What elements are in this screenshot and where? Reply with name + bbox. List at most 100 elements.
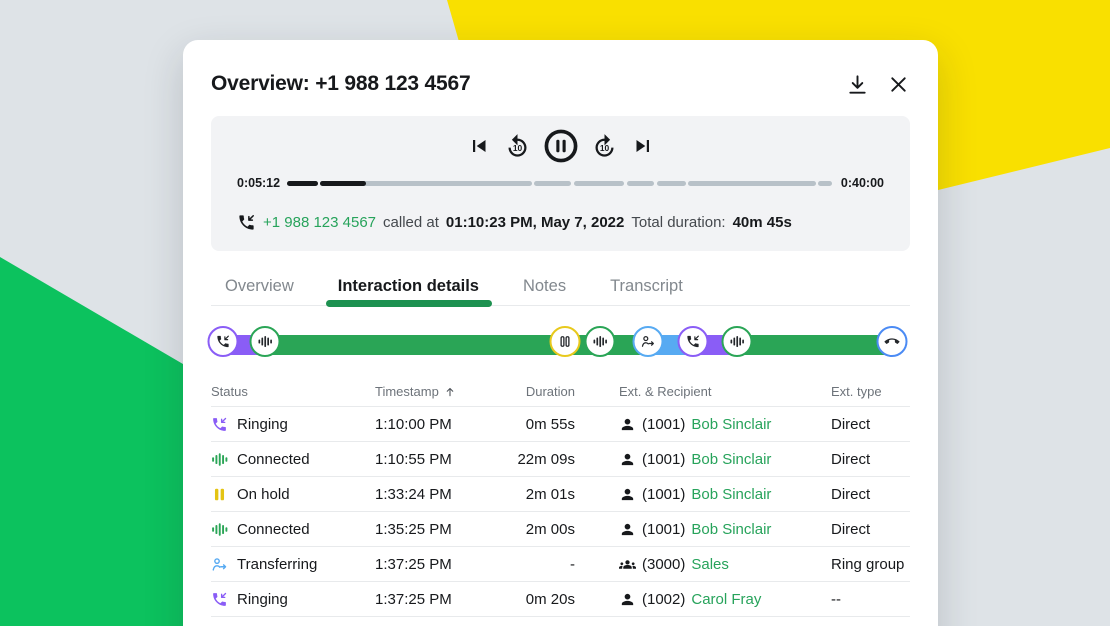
ext-type-cell: Direct (831, 486, 910, 503)
download-icon (846, 73, 869, 96)
tab-transcript[interactable]: Transcript (610, 277, 683, 296)
pause-icon (544, 129, 578, 163)
table-header: StatusTimestampDurationExt. & RecipientE… (211, 384, 910, 407)
recipient-cell: (1001) Bob Sinclair (619, 451, 831, 468)
timeline-event-ringing[interactable] (678, 326, 709, 357)
column-header-status: Status (211, 384, 375, 399)
waveform-icon (211, 451, 228, 468)
progress-segment (688, 181, 816, 186)
recipient-name[interactable]: Bob Sinclair (691, 416, 771, 433)
timeline-event-connected[interactable] (585, 326, 616, 357)
progress-segment (574, 181, 625, 186)
hold-outline-icon (558, 334, 573, 349)
progress-segment (534, 181, 571, 186)
skip-forward-icon (631, 134, 655, 158)
timeline-event-connected[interactable] (722, 326, 753, 357)
desktop-background: Overview: +1 988 123 4567 10 10 0:05:12 0… (0, 0, 1110, 626)
waveform-icon (730, 334, 745, 349)
total-time: 0:40:00 (837, 176, 884, 190)
recipient-name[interactable]: Carol Fray (691, 591, 761, 608)
incoming-call-icon (211, 591, 228, 608)
forward-10-button[interactable]: 10 (591, 133, 618, 160)
table-row: Ringing1:10:00 PM0m 55s(1001)Bob Sinclai… (211, 407, 910, 442)
recipient-cell: (1001)Bob Sinclair (619, 416, 831, 433)
incoming-call-icon (211, 416, 228, 433)
replay-10-button[interactable]: 10 (504, 133, 531, 160)
timestamp-cell: 1:10:55 PM (375, 451, 505, 468)
tab-bar: Overview Interaction details Notes Transcri… (211, 277, 910, 306)
sort-ascending-icon (444, 386, 456, 398)
tab-notes[interactable]: Notes (523, 277, 566, 296)
timestamp-cell: 1:37:25 PM (375, 591, 505, 608)
table-row: On hold1:33:24 PM2m 01s(1001)Bob Sinclai… (211, 477, 910, 512)
progress-bar[interactable] (287, 173, 832, 193)
total-duration-value: 40m 45s (733, 214, 792, 231)
recipient-name[interactable]: Bob Sinclair (691, 451, 771, 468)
player-controls: 10 10 (237, 128, 884, 164)
waveform-icon (258, 334, 273, 349)
column-header-duration: Duration (505, 384, 619, 399)
table-row: Transferring1:37:25 PM-(3000)SalesRing g… (211, 547, 910, 582)
duration-cell: 22m 09s (505, 451, 619, 468)
ext-type-cell: Direct (831, 451, 910, 468)
duration-cell: - (505, 556, 619, 573)
call-timeline (211, 326, 910, 363)
extension-number: (1001) (642, 451, 685, 468)
timeline-event-transferring[interactable] (633, 326, 664, 357)
duration-cell: 0m 55s (505, 416, 619, 433)
download-button[interactable] (846, 73, 869, 96)
tab-overview[interactable]: Overview (225, 277, 294, 296)
forward-10-icon: 10 (591, 133, 618, 160)
close-button[interactable] (887, 73, 910, 96)
status-label: Connected (237, 451, 310, 468)
modal-header: Overview: +1 988 123 4567 (211, 70, 910, 98)
incoming-call-icon (237, 213, 256, 232)
recipient-cell: (1002)Carol Fray (619, 591, 831, 608)
status-label: Transferring (237, 556, 317, 573)
tab-interaction-details[interactable]: Interaction details (338, 277, 479, 296)
ext-type-cell: -- (831, 591, 910, 608)
incoming-call-icon (216, 334, 231, 349)
progress-played (320, 181, 366, 186)
recipient-name[interactable]: Bob Sinclair (691, 486, 771, 503)
recipient-name[interactable]: Sales (691, 556, 729, 573)
column-header-ext-recipient: Ext. & Recipient (619, 384, 831, 399)
caller-number[interactable]: +1 988 123 4567 (263, 214, 376, 231)
waveform-icon (593, 334, 608, 349)
group-icon (619, 556, 636, 573)
timeline-event-on-hold[interactable] (550, 326, 581, 357)
skip-forward-button[interactable] (631, 134, 655, 158)
interaction-table: StatusTimestampDurationExt. & RecipientE… (211, 384, 910, 617)
timeline-event-ringing[interactable] (208, 326, 239, 357)
hangup-icon (885, 334, 900, 349)
skip-back-icon (467, 134, 491, 158)
duration-cell: 0m 20s (505, 591, 619, 608)
recipient-name[interactable]: Bob Sinclair (691, 521, 771, 538)
ext-type-cell: Direct (831, 521, 910, 538)
timestamp-cell: 1:33:24 PM (375, 486, 505, 503)
call-overview-modal: Overview: +1 988 123 4567 10 10 0:05:12 0… (183, 40, 938, 626)
status-label: Ringing (237, 591, 288, 608)
skip-back-button[interactable] (467, 134, 491, 158)
column-header-timestamp[interactable]: Timestamp (375, 384, 505, 399)
progress-segment (818, 181, 832, 186)
waveform-icon (211, 521, 228, 538)
duration-cell: 2m 01s (505, 486, 619, 503)
status-label: Ringing (237, 416, 288, 433)
status-label: On hold (237, 486, 290, 503)
status-label: Connected (237, 521, 310, 538)
progress-row: 0:05:12 0:40:00 (237, 173, 884, 193)
timeline-event-hang-up[interactable] (877, 326, 908, 357)
table-row: Ringing 1:37:25 PM0m 20s(1002)Carol Fray-… (211, 582, 910, 617)
recipient-cell: (3000)Sales (619, 556, 831, 573)
progress-played (287, 181, 318, 186)
timeline-event-connected[interactable] (250, 326, 281, 357)
recipient-cell: (1001)Bob Sinclair (619, 521, 831, 538)
person-icon (619, 591, 636, 608)
progress-segment (627, 181, 655, 186)
status-cell: Connected (211, 451, 375, 468)
incoming-call-icon (686, 334, 701, 349)
svg-text:10: 10 (599, 142, 609, 152)
status-cell: Transferring (211, 556, 375, 573)
pause-button[interactable] (544, 129, 578, 163)
